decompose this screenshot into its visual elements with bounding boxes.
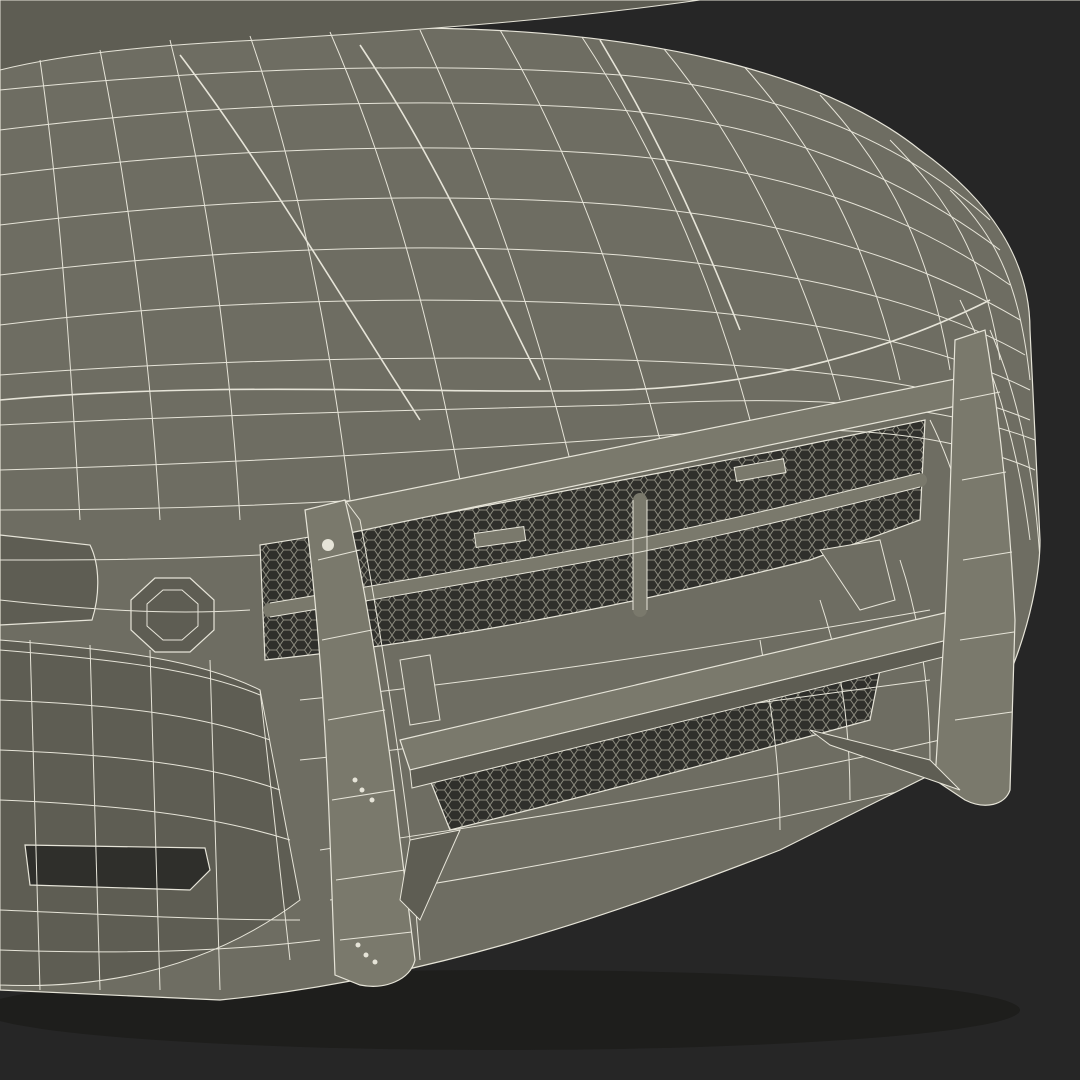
headlight-recess (0, 534, 99, 626)
fog-vent (24, 844, 211, 891)
badge-emblem (130, 577, 215, 653)
wireframe-render (0, 0, 1080, 1080)
viewport (0, 0, 1080, 1080)
